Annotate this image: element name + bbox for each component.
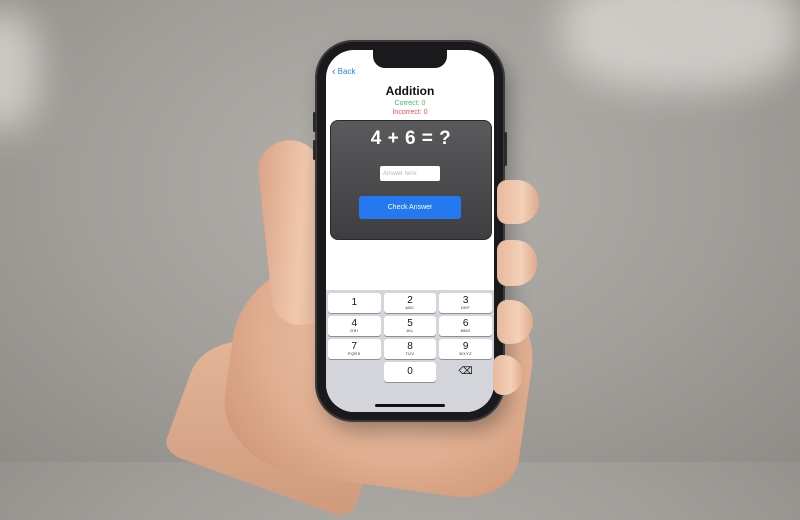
phone-volume-button	[313, 140, 316, 160]
home-indicator[interactable]	[375, 404, 445, 407]
key-9[interactable]: 9 WXYZ	[439, 339, 493, 359]
keypad-row: 7 PQRS 8 TUV 9 WXYZ	[328, 339, 493, 359]
check-answer-button[interactable]: Check Answer	[359, 196, 461, 219]
hand-finger	[497, 240, 537, 286]
phone-side-button	[504, 132, 507, 166]
keypad-row: 0 ⌫	[328, 362, 492, 382]
phone-screen: ‹ Back Addition Correct: 0 Incorrect: 0 …	[326, 50, 494, 412]
key-0[interactable]: 0	[383, 362, 437, 382]
incorrect-count: Incorrect: 0	[392, 109, 428, 116]
key-7[interactable]: 7 PQRS	[328, 339, 381, 359]
phone-volume-button	[313, 112, 316, 132]
back-button[interactable]: ‹ Back	[332, 65, 356, 78]
correct-count: Correct: 0	[394, 100, 426, 107]
phone-device: ‹ Back Addition Correct: 0 Incorrect: 0 …	[313, 42, 507, 420]
number-keypad: 1 2 ABC 3 DEF 4 GHI 5 JKL 6 MNO 7 PQRS 8 TUV 9W…	[326, 290, 494, 412]
answer-input[interactable]	[380, 166, 440, 181]
key-6[interactable]: 6 MNO	[439, 316, 493, 336]
key-1[interactable]: 1	[328, 293, 381, 313]
key-2[interactable]: 2 ABC	[383, 293, 437, 313]
question-card: 4 + 6 = ? Check Answer	[330, 120, 492, 240]
chevron-left-icon: ‹	[332, 65, 336, 78]
key-3[interactable]: 3 DEF	[439, 293, 493, 313]
hand-finger	[497, 180, 539, 224]
keypad-row: 1 2 ABC 3 DEF	[328, 293, 493, 313]
phone-notch	[373, 50, 447, 68]
question-text: 4 + 6 = ?	[370, 128, 452, 149]
background-object	[0, 10, 40, 130]
key-blank	[328, 362, 381, 382]
key-5[interactable]: 5 JKL	[383, 316, 437, 336]
backspace-icon[interactable]: ⌫	[439, 362, 492, 382]
background-window-light	[560, 0, 800, 90]
key-8[interactable]: 8 TUV	[383, 339, 437, 359]
keypad-row: 4 GHI 5 JKL 6 MNO	[328, 316, 493, 336]
page-title: Addition	[385, 84, 435, 98]
key-4[interactable]: 4 GHI	[328, 316, 381, 336]
back-label: Back	[337, 67, 356, 76]
